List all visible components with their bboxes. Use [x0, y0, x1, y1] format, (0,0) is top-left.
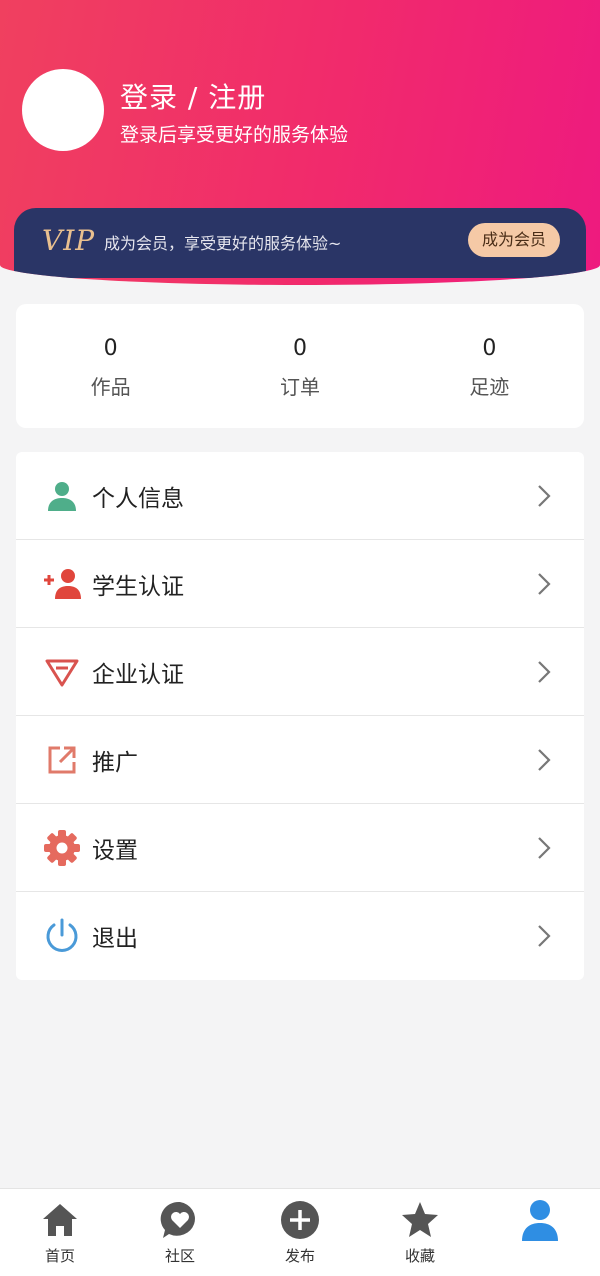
stat-works[interactable]: 0 作品 [16, 304, 205, 428]
menu-item-label: 退出 [92, 926, 138, 952]
star-icon [399, 1199, 441, 1241]
menu-item-label: 学生认证 [92, 573, 184, 600]
diamond-icon [42, 652, 82, 692]
menu-item-personal-info[interactable]: 个人信息 [16, 452, 584, 540]
chevron-right-icon [538, 661, 551, 683]
menu-item-promotion[interactable]: 推广 [16, 716, 584, 804]
menu-item-label: 推广 [92, 749, 138, 776]
menu-item-company-verify[interactable]: 企业认证 [16, 628, 584, 716]
menu-item-settings[interactable]: 设置 [16, 804, 584, 892]
tab-label: 社区 [164, 1247, 195, 1265]
chevron-right-icon [538, 925, 551, 947]
vip-promo-text: 成为会员，享受更好的服务体验~ [104, 234, 342, 253]
vip-banner: VIP 成为会员，享受更好的服务体验~ 成为会员 [14, 208, 586, 278]
settings-menu: 个人信息 学生认证 企业认证 推广 设置 退出 [16, 452, 584, 980]
bottom-tab-bar: 首页 社区 发布 收藏 [0, 1188, 600, 1276]
person-icon [42, 476, 82, 516]
tab-home[interactable]: 首页 [0, 1189, 120, 1276]
stat-value: 0 [103, 336, 118, 361]
menu-item-logout[interactable]: 退出 [16, 892, 584, 980]
stat-value: 0 [482, 336, 497, 361]
power-icon [42, 916, 82, 956]
chevron-right-icon [538, 749, 551, 771]
home-icon [39, 1199, 81, 1241]
chat-heart-icon [159, 1199, 201, 1241]
avatar[interactable] [22, 69, 104, 151]
stat-label: 足迹 [469, 375, 510, 399]
chevron-right-icon [538, 837, 551, 859]
tab-favorites[interactable]: 收藏 [360, 1189, 480, 1276]
tab-publish[interactable]: 发布 [240, 1189, 360, 1276]
tab-label: 收藏 [404, 1247, 435, 1265]
stat-label: 订单 [279, 375, 320, 399]
share-icon [42, 740, 82, 780]
menu-item-label: 企业认证 [92, 661, 184, 688]
chevron-right-icon [538, 485, 551, 507]
add-user-icon [42, 564, 82, 604]
vip-logo: VIP [42, 224, 96, 257]
stat-footprints[interactable]: 0 足迹 [395, 304, 584, 428]
login-subtitle: 登录后享受更好的服务体验 [120, 124, 349, 146]
menu-item-label: 个人信息 [92, 485, 184, 512]
become-member-button[interactable]: 成为会员 [467, 223, 560, 257]
stat-orders[interactable]: 0 订单 [205, 304, 394, 428]
tab-label: 发布 [284, 1247, 315, 1265]
menu-item-label: 设置 [92, 837, 138, 864]
login-register-link[interactable]: 登录 / 注册 [120, 76, 266, 116]
profile-header: 登录 / 注册 登录后享受更好的服务体验 VIP 成为会员，享受更好的服务体验~… [0, 0, 600, 285]
tab-label: 首页 [44, 1247, 75, 1265]
user-icon [519, 1199, 561, 1241]
gear-icon [42, 828, 82, 868]
menu-item-student-verify[interactable]: 学生认证 [16, 540, 584, 628]
stat-label: 作品 [90, 375, 131, 399]
tab-profile[interactable] [480, 1189, 600, 1276]
stats-card: 0 作品 0 订单 0 足迹 [16, 304, 584, 428]
tab-community[interactable]: 社区 [120, 1189, 240, 1276]
plus-circle-icon [279, 1199, 321, 1241]
stat-value: 0 [292, 336, 307, 361]
chevron-right-icon [538, 573, 551, 595]
